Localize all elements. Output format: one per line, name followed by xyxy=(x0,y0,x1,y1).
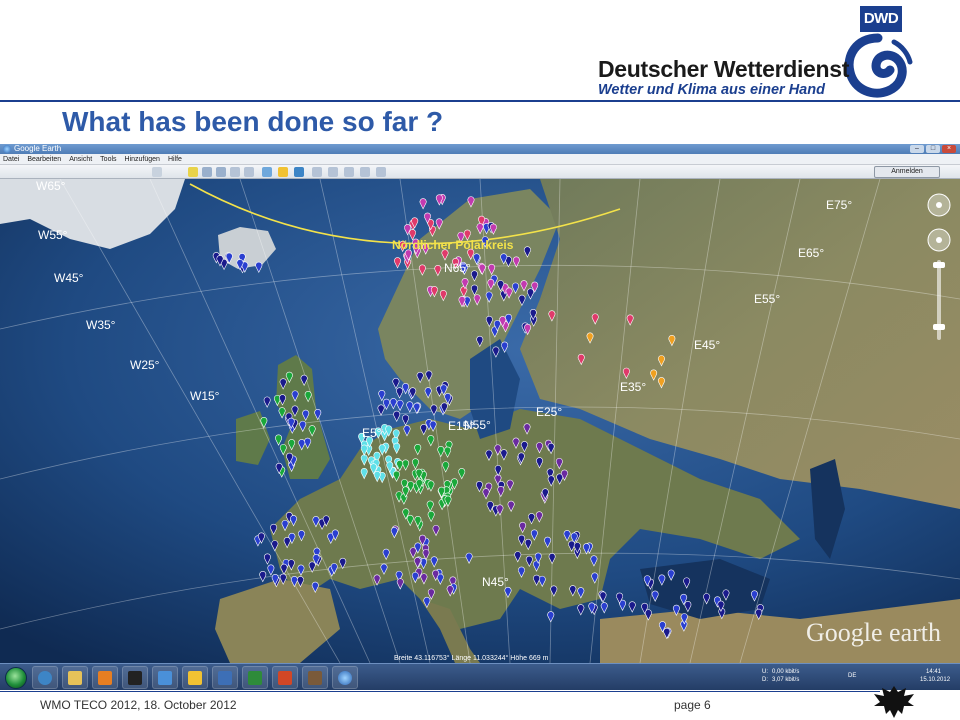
zoom-slider-handle[interactable] xyxy=(933,324,945,330)
lon-label-e55: E55° xyxy=(754,292,780,306)
language-indicator[interactable]: DE xyxy=(848,673,856,680)
taskbar-notes[interactable] xyxy=(182,666,208,689)
menu-hilfe[interactable]: Hilfe xyxy=(168,154,182,164)
start-button[interactable] xyxy=(5,667,27,689)
dwd-swirl-icon xyxy=(844,33,913,98)
taskbar-terminal[interactable] xyxy=(122,666,148,689)
path-icon[interactable] xyxy=(216,167,226,177)
footer-event: WMO TECO 2012, 18. October 2012 xyxy=(40,698,237,712)
window-title: Google Earth xyxy=(14,144,62,153)
image-overlay-icon[interactable] xyxy=(230,167,240,177)
minimize-button[interactable]: – xyxy=(910,145,924,153)
network-download-rate: 3,07 kbit/s xyxy=(772,677,800,683)
folder-icon xyxy=(68,671,82,685)
net-down-label: D: xyxy=(762,677,768,683)
google-maps-icon[interactable] xyxy=(360,167,370,177)
print-icon[interactable] xyxy=(344,167,354,177)
taskbar-google-earth[interactable] xyxy=(332,666,358,689)
save-image-icon[interactable] xyxy=(376,167,386,177)
menu-bar: Datei Bearbeiten Ansicht Tools Hinzufüge… xyxy=(0,154,960,165)
lon-label-e45: E45° xyxy=(694,338,720,352)
toolbar xyxy=(0,165,960,179)
tool-icon xyxy=(308,671,322,685)
menu-ansicht[interactable]: Ansicht xyxy=(69,154,92,164)
system-tray: U: D: 0,00 kbit/s 3,07 kbit/s DE 14:41 1… xyxy=(760,666,960,689)
clock-date[interactable]: 15.10.2012 xyxy=(920,677,950,684)
sunlight-icon[interactable] xyxy=(278,167,288,177)
lon-label-w55: W55° xyxy=(38,228,68,242)
dwd-logo-text: DWD xyxy=(860,6,902,32)
lon-label-e65: E65° xyxy=(798,246,824,260)
window-titlebar[interactable]: Google Earth – □ × xyxy=(0,144,960,154)
menu-hinzufuegen[interactable]: Hinzufügen xyxy=(125,154,160,164)
google-earth-icon xyxy=(338,671,352,685)
signin-button[interactable]: Anmelden xyxy=(874,166,940,178)
lat-label-n45: N45° xyxy=(482,575,509,589)
terminal-icon xyxy=(128,671,142,685)
taskbar-internet-explorer[interactable] xyxy=(32,666,58,689)
excel-icon xyxy=(248,671,262,685)
header-divider xyxy=(0,100,960,102)
maximize-button[interactable]: □ xyxy=(926,145,940,153)
notes-icon xyxy=(188,671,202,685)
footer-divider xyxy=(0,691,880,692)
taskbar-excel[interactable] xyxy=(242,666,268,689)
taskbar-app[interactable] xyxy=(152,666,178,689)
menu-datei[interactable]: Datei xyxy=(3,154,19,164)
lon-label-e75: E75° xyxy=(826,198,852,212)
historical-imagery-icon[interactable] xyxy=(262,167,272,177)
planets-icon[interactable] xyxy=(294,167,304,177)
network-upload-rate: 0,00 kbit/s xyxy=(772,669,800,675)
placemark-icon[interactable] xyxy=(188,167,198,177)
taskbar-outlook[interactable] xyxy=(212,666,238,689)
google-earth-app-icon xyxy=(3,145,11,153)
net-up-label: U: xyxy=(762,669,768,675)
lon-label-w35: W35° xyxy=(86,318,116,332)
menu-tools[interactable]: Tools xyxy=(100,154,116,164)
record-tour-icon[interactable] xyxy=(244,167,254,177)
polygon-icon[interactable] xyxy=(202,167,212,177)
media-player-icon xyxy=(98,671,112,685)
taskbar-media-player[interactable] xyxy=(92,666,118,689)
lat-label-n65: N65° xyxy=(444,261,471,275)
outlook-icon xyxy=(218,671,232,685)
sidebar-toggle-icon[interactable] xyxy=(152,167,162,177)
powerpoint-icon xyxy=(278,671,292,685)
brand-name: Deutscher Wetterdienst xyxy=(598,56,850,82)
map-status-bar: Breite 43.116753° Länge 11.033244° Höhe … xyxy=(394,654,549,662)
zoom-in-button[interactable] xyxy=(933,262,945,268)
look-joystick-center xyxy=(936,202,942,208)
dwd-logo: DWD xyxy=(838,6,916,104)
footer-page-number: page 6 xyxy=(674,698,711,712)
menu-bearbeiten[interactable]: Bearbeiten xyxy=(27,154,61,164)
lat-label-n55: N55° xyxy=(464,418,491,432)
google-earth-watermark: Google earth xyxy=(806,618,941,647)
app-icon xyxy=(158,671,172,685)
window-controls: – □ × xyxy=(910,145,956,153)
close-button[interactable]: × xyxy=(942,145,956,153)
taskbar-powerpoint[interactable] xyxy=(272,666,298,689)
arctic-circle-label: Nördlicher Polarkreis xyxy=(392,238,514,252)
lon-label-e25: E25° xyxy=(536,405,562,419)
lon-label-w25: W25° xyxy=(130,358,160,372)
lon-label-w45: W45° xyxy=(54,271,84,285)
internet-explorer-icon xyxy=(38,671,52,685)
google-earth-window: Google Earth – □ × Datei Bearbeiten Ansi… xyxy=(0,144,960,690)
earth-map-view[interactable]: W65° W55° W45° W35° W25° W15° E5° E15° E… xyxy=(0,179,960,663)
lon-label-e35: E35° xyxy=(620,380,646,394)
email-icon[interactable] xyxy=(328,167,338,177)
brand-tagline: Wetter und Klima aus einer Hand xyxy=(598,82,825,98)
move-joystick-center xyxy=(936,237,942,243)
ruler-icon[interactable] xyxy=(312,167,322,177)
taskbar-tool[interactable] xyxy=(302,666,328,689)
lon-label-w15: W15° xyxy=(190,389,220,403)
lon-label-e5: E5° xyxy=(362,426,382,440)
map-navigation-controls xyxy=(927,193,951,340)
clock-time[interactable]: 14:41 xyxy=(926,669,941,676)
lon-label-w65: W65° xyxy=(36,179,66,193)
taskbar-explorer[interactable] xyxy=(62,666,88,689)
slide-title: What has been done so far ? xyxy=(62,106,444,137)
federal-eagle-icon xyxy=(874,686,914,718)
windows-taskbar: U: D: 0,00 kbit/s 3,07 kbit/s DE 14:41 1… xyxy=(0,663,960,690)
